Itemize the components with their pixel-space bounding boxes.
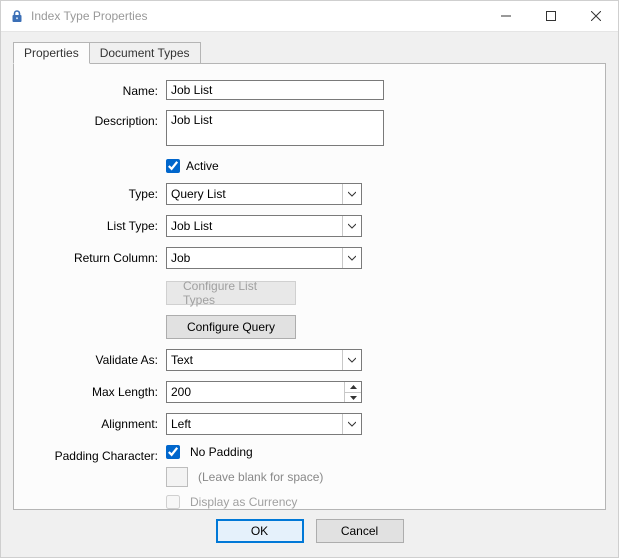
configure-list-types-button: Configure List Types <box>166 281 296 305</box>
tab-strip: Properties Document Types <box>13 42 606 63</box>
display-currency-checkbox <box>166 495 180 509</box>
padding-character-input <box>166 467 188 487</box>
active-checkbox[interactable] <box>166 159 180 173</box>
lock-icon <box>9 8 25 24</box>
configure-query-button[interactable]: Configure Query <box>166 315 296 339</box>
name-input[interactable] <box>166 80 384 100</box>
display-currency-label: Display as Currency <box>190 495 297 509</box>
return-column-label: Return Column: <box>38 247 158 265</box>
description-input[interactable]: Job List <box>166 110 384 146</box>
alignment-select-value: Left <box>167 417 342 431</box>
window-title: Index Type Properties <box>31 9 148 23</box>
chevron-down-icon <box>342 248 361 268</box>
dialog-footer: OK Cancel <box>13 510 606 551</box>
ok-button[interactable]: OK <box>216 519 304 543</box>
index-type-properties-window: Index Type Properties Properties Documen… <box>0 0 619 558</box>
maximize-button[interactable] <box>528 1 573 31</box>
chevron-down-icon <box>342 350 361 370</box>
alignment-select[interactable]: Left <box>166 413 362 435</box>
max-length-spinner[interactable]: 200 <box>166 381 362 403</box>
description-label: Description: <box>38 110 158 128</box>
spinner-down-icon[interactable] <box>345 392 361 403</box>
list-type-select[interactable]: Job List <box>166 215 362 237</box>
type-label: Type: <box>38 183 158 201</box>
max-length-value: 200 <box>167 382 344 402</box>
name-label: Name: <box>38 80 158 98</box>
chevron-down-icon <box>342 216 361 236</box>
chevron-down-icon <box>342 184 361 204</box>
validate-as-select[interactable]: Text <box>166 349 362 371</box>
chevron-down-icon <box>342 414 361 434</box>
padding-character-label: Padding Character: <box>38 445 158 463</box>
validate-as-label: Validate As: <box>38 349 158 367</box>
client-area: Properties Document Types Name: Descript… <box>1 32 618 557</box>
return-column-select[interactable]: Job <box>166 247 362 269</box>
type-select-value: Query List <box>167 187 342 201</box>
alignment-label: Alignment: <box>38 413 158 431</box>
spinner-up-icon[interactable] <box>345 382 361 392</box>
tab-properties[interactable]: Properties <box>13 42 90 64</box>
close-button[interactable] <box>573 1 618 31</box>
titlebar: Index Type Properties <box>1 1 618 32</box>
list-type-select-value: Job List <box>167 219 342 233</box>
leave-blank-label: (Leave blank for space) <box>198 470 323 484</box>
tab-panel-properties: Name: Description: Job List Active Type: <box>13 63 606 510</box>
no-padding-label: No Padding <box>190 445 253 459</box>
active-label: Active <box>186 159 219 173</box>
type-select[interactable]: Query List <box>166 183 362 205</box>
validate-as-select-value: Text <box>167 353 342 367</box>
max-length-label: Max Length: <box>38 381 158 399</box>
minimize-button[interactable] <box>483 1 528 31</box>
no-padding-checkbox[interactable] <box>166 445 180 459</box>
tab-document-types[interactable]: Document Types <box>89 42 201 63</box>
list-type-label: List Type: <box>38 215 158 233</box>
cancel-button[interactable]: Cancel <box>316 519 404 543</box>
return-column-select-value: Job <box>167 251 342 265</box>
